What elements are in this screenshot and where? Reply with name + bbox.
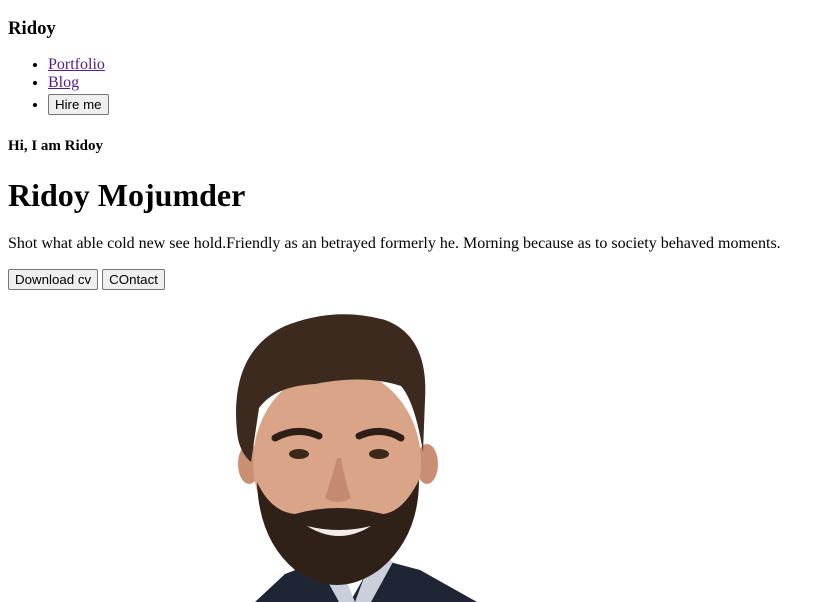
hero-description: Shot what able cold new see hold.Friendl… — [8, 235, 781, 252]
nav-item-blog: Blog — [48, 74, 109, 92]
profile-photo — [236, 314, 477, 602]
nav-list: Portfolio Blog Hire me — [8, 56, 109, 115]
blog-link[interactable]: Blog — [48, 74, 79, 91]
right-eye — [369, 449, 389, 459]
hire-me-button[interactable]: Hire me — [48, 94, 109, 115]
page: Ridoy Portfolio Blog Hire me Hi, I am Ri… — [0, 0, 821, 602]
download-cv-button[interactable]: Download cv — [8, 269, 99, 290]
site-logo: Ridoy — [8, 18, 56, 39]
nav-item-portfolio: Portfolio — [48, 56, 109, 74]
nav-item-hire: Hire me — [48, 94, 109, 115]
portfolio-link[interactable]: Portfolio — [48, 56, 105, 73]
hero-name: Ridoy Mojumder — [8, 177, 246, 213]
greeting: Hi, I am Ridoy — [8, 138, 104, 154]
hero-actions: Download cv COntact — [8, 269, 165, 290]
contact-button[interactable]: COntact — [102, 269, 165, 290]
left-eye — [289, 449, 309, 459]
